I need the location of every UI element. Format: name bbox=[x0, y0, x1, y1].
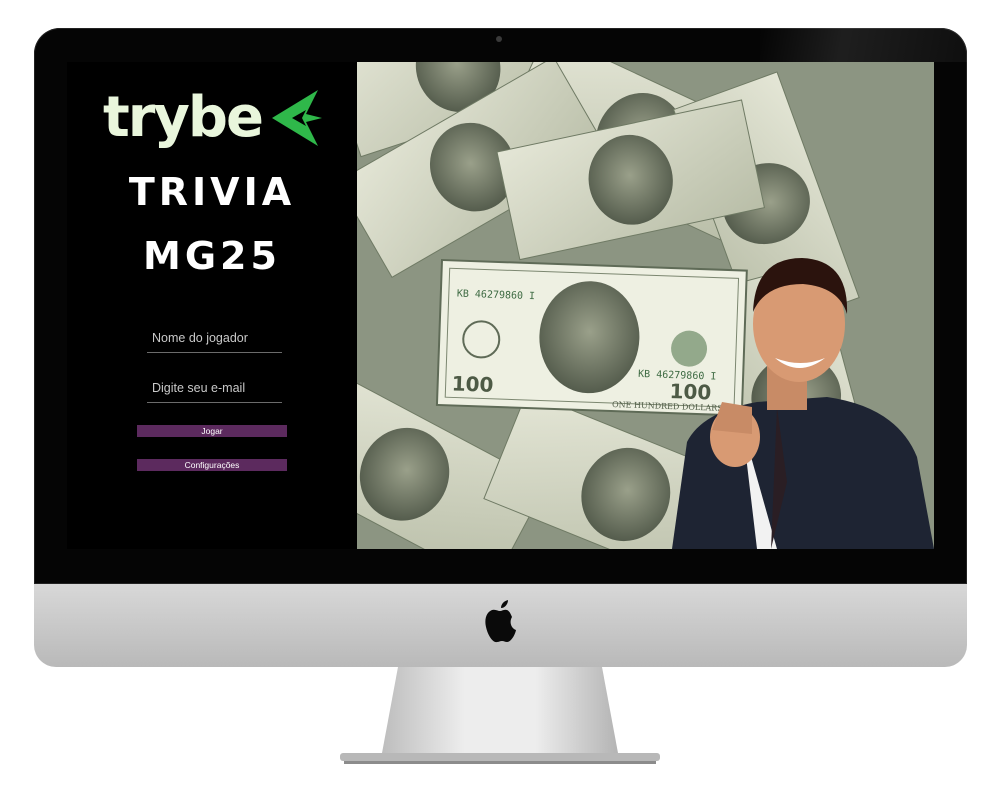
login-panel: trybe TRIVIA MG25 Jogar Configurações bbox=[67, 62, 357, 549]
logo-wordmark: trybe bbox=[103, 85, 264, 150]
app-screen: trybe TRIVIA MG25 Jogar Configurações bbox=[67, 62, 934, 549]
imac-stand bbox=[340, 667, 660, 764]
apple-logo-icon bbox=[485, 600, 516, 643]
play-button[interactable]: Jogar bbox=[137, 425, 287, 437]
money-background: 100 100 KB 46279860 I KB 46279860 I ONE … bbox=[357, 62, 934, 549]
svg-text:100: 100 bbox=[451, 371, 494, 396]
camera-icon bbox=[496, 36, 502, 42]
player-name-input[interactable] bbox=[147, 324, 282, 353]
hero-image: 100 100 KB 46279860 I KB 46279860 I ONE … bbox=[357, 62, 934, 549]
trybe-arrow-icon bbox=[271, 90, 322, 146]
page-title-line2: MG25 bbox=[143, 234, 281, 278]
svg-text:100: 100 bbox=[669, 379, 712, 404]
trybe-logo: trybe bbox=[103, 88, 324, 148]
settings-button[interactable]: Configurações bbox=[137, 459, 287, 471]
page-title-line1: TRIVIA bbox=[128, 170, 296, 214]
email-input[interactable] bbox=[147, 374, 282, 403]
center-banknote: 100 100 KB 46279860 I KB 46279860 I ONE … bbox=[435, 258, 748, 417]
